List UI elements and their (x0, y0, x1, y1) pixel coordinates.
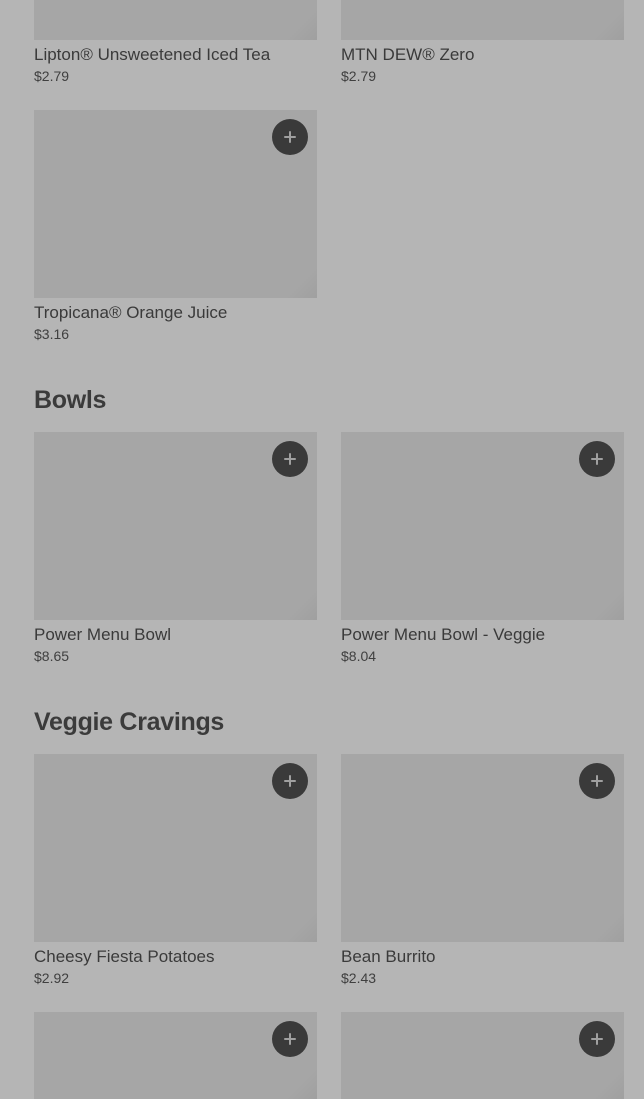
menu-item-image[interactable] (34, 0, 317, 40)
menu-item-price: $2.92 (34, 970, 70, 986)
menu-item-card[interactable]: Tropicana® Orange Juice $3.16 (34, 110, 317, 343)
menu-item-image[interactable] (341, 0, 624, 40)
menu-item-price: $2.43 (341, 970, 377, 986)
add-to-cart-button[interactable] (579, 763, 615, 799)
add-to-cart-button[interactable] (579, 441, 615, 477)
menu-item-image[interactable] (34, 754, 317, 942)
plus-icon (284, 775, 296, 787)
menu-item-name[interactable]: Power Menu Bowl (34, 625, 317, 645)
plus-icon (591, 775, 603, 787)
menu-item-name[interactable]: Bean Burrito (341, 947, 624, 967)
plus-icon (591, 1033, 603, 1045)
menu-item-image[interactable] (341, 432, 624, 620)
menu-item-card[interactable]: Cheesy Fiesta Potatoes $2.92 (34, 754, 317, 987)
menu-item-image[interactable] (34, 432, 317, 620)
add-to-cart-button[interactable] (272, 763, 308, 799)
menu-item-name[interactable]: MTN DEW® Zero (341, 45, 624, 65)
add-to-cart-button[interactable] (272, 441, 308, 477)
menu-item-price: $8.04 (341, 648, 377, 664)
add-to-cart-button[interactable] (272, 119, 308, 155)
add-to-cart-button[interactable] (579, 1021, 615, 1057)
menu-item-name[interactable]: Lipton® Unsweetened Iced Tea (34, 45, 317, 65)
menu-item-image[interactable] (341, 1012, 624, 1099)
menu-item-card[interactable]: Lipton® Unsweetened Iced Tea $2.79 (34, 0, 317, 85)
menu-item-price: $2.79 (34, 68, 70, 84)
menu-item-card[interactable]: Bean Burrito $2.43 (341, 754, 624, 987)
menu-item-name[interactable]: Power Menu Bowl - Veggie (341, 625, 624, 645)
add-to-cart-button[interactable] (272, 1021, 308, 1057)
section-title-veggie-cravings: Veggie Cravings (34, 708, 225, 736)
menu-item-image[interactable] (34, 1012, 317, 1099)
menu-item-price: $3.16 (34, 326, 70, 342)
menu-item-name[interactable]: Cheesy Fiesta Potatoes (34, 947, 317, 967)
menu-item-card[interactable]: Power Menu Bowl $8.65 (34, 432, 317, 665)
menu-item-price: $2.79 (341, 68, 377, 84)
menu-item-card[interactable] (34, 1012, 317, 1099)
menu-page: Lipton® Unsweetened Iced Tea $2.79 MTN D… (0, 0, 644, 1099)
plus-icon (591, 453, 603, 465)
menu-item-card[interactable] (341, 1012, 624, 1099)
menu-item-image[interactable] (34, 110, 317, 298)
plus-icon (284, 453, 296, 465)
menu-item-card[interactable]: Power Menu Bowl - Veggie $8.04 (341, 432, 624, 665)
plus-icon (284, 1033, 296, 1045)
menu-item-card[interactable]: MTN DEW® Zero $2.79 (341, 0, 624, 85)
menu-item-image[interactable] (341, 754, 624, 942)
section-title-bowls: Bowls (34, 386, 107, 414)
menu-item-name[interactable]: Tropicana® Orange Juice (34, 303, 317, 323)
plus-icon (284, 131, 296, 143)
menu-item-price: $8.65 (34, 648, 70, 664)
